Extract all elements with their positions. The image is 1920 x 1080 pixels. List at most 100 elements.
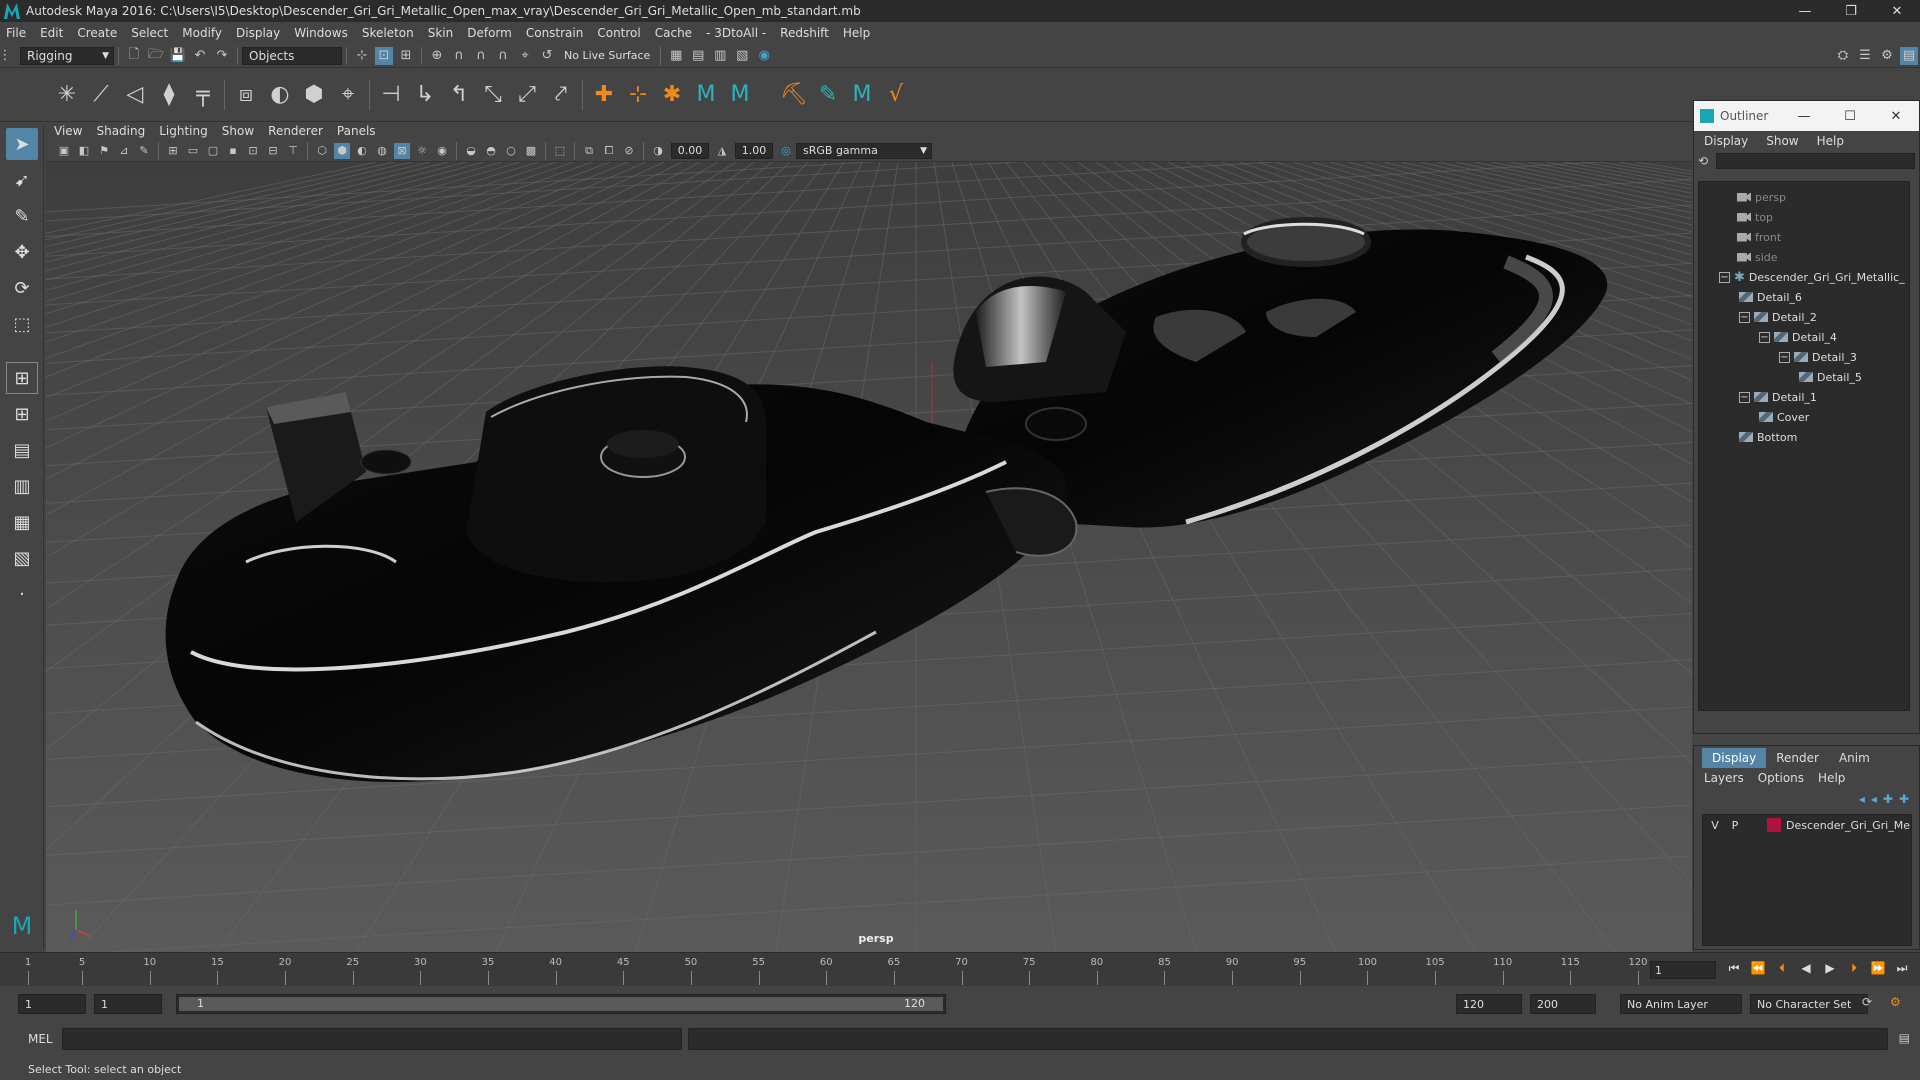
outliner-menu-show[interactable]: Show <box>1766 134 1798 148</box>
move-layer-up-icon[interactable]: ◂ <box>1859 792 1865 806</box>
vp-menu-renderer[interactable]: Renderer <box>268 124 323 138</box>
rotate-tool-icon[interactable]: ⟳ <box>6 272 38 304</box>
step-forward-frame-icon[interactable]: ⏵ <box>1844 961 1864 979</box>
bind-skin-icon[interactable]: ⧈ <box>232 81 260 109</box>
live-surface-icon[interactable]: ↺ <box>538 47 556 65</box>
script-editor-icon[interactable]: ▤ <box>1899 1031 1910 1045</box>
collapse-toggle-icon[interactable]: − <box>1719 271 1730 283</box>
vp-menu-panels[interactable]: Panels <box>337 124 376 138</box>
aim-constraint-icon[interactable]: ⤢ <box>513 81 541 109</box>
xray-active-icon[interactable]: ⧠ <box>601 143 617 159</box>
select-hierarchy-icon[interactable]: ⊹ <box>353 47 371 65</box>
play-backwards-icon[interactable]: ◀ <box>1796 961 1816 979</box>
animation-end-field[interactable]: 200 <box>1530 994 1596 1014</box>
backface-icon[interactable]: ⊘ <box>621 143 637 159</box>
layer-playback-toggle[interactable]: P <box>1727 819 1743 832</box>
playback-start-field[interactable]: 1 <box>94 994 162 1014</box>
collapse-toggle-icon[interactable]: − <box>1759 331 1770 343</box>
outliner-item-top[interactable]: top <box>1737 208 1773 226</box>
menu-file[interactable]: File <box>6 26 26 40</box>
layer-color-swatch[interactable] <box>1767 818 1781 832</box>
tab-anim[interactable]: Anim <box>1829 748 1880 768</box>
colorspace-dropdown[interactable]: sRGB gamma ▼ <box>796 142 932 159</box>
attribute-editor-icon[interactable]: ☰ <box>1856 47 1874 65</box>
current-frame-field[interactable]: 1 <box>1650 961 1716 979</box>
menu-constrain[interactable]: Constrain <box>526 26 584 40</box>
outliner-maximize-button[interactable]: ☐ <box>1827 109 1873 124</box>
menu-3dtoall[interactable]: - 3DtoAll - <box>706 26 766 40</box>
move-tool-icon[interactable]: ✥ <box>6 236 38 268</box>
layer-menu-options[interactable]: Options <box>1758 771 1804 785</box>
restore-button[interactable]: ❐ <box>1828 0 1874 22</box>
collapse-toggle-icon[interactable]: − <box>1739 311 1750 323</box>
outliner-item-detail-2[interactable]: − Detail_2 <box>1739 308 1817 326</box>
parent-constraint-icon[interactable]: ⊣ <box>377 81 405 109</box>
more-layouts-icon[interactable]: · <box>6 578 38 610</box>
outliner-item-detail-3[interactable]: − Detail_3 <box>1779 348 1857 366</box>
exposure-field[interactable]: 0.00 <box>671 142 709 159</box>
layer-menu-layers[interactable]: Layers <box>1704 771 1744 785</box>
tab-display[interactable]: Display <box>1702 748 1767 768</box>
mirror-joint-icon[interactable]: ╤ <box>189 81 217 109</box>
tab-render[interactable]: Render <box>1766 748 1829 768</box>
vp-menu-shading[interactable]: Shading <box>96 124 145 138</box>
tool-settings-icon[interactable]: ⚙ <box>1878 47 1896 65</box>
undo-icon[interactable]: ↶ <box>191 47 209 65</box>
outliner-item-detail-5[interactable]: Detail_5 <box>1799 368 1862 386</box>
graph-editor-icon[interactable]: √ <box>882 81 910 109</box>
outliner-minimize-button[interactable]: — <box>1781 109 1827 124</box>
ik-spline-icon[interactable]: ◁ <box>121 81 149 109</box>
key-selected-icon[interactable]: ⛏ <box>780 81 808 109</box>
scale-tool-icon[interactable]: ⬚ <box>6 308 38 340</box>
key-tangent-icon[interactable]: ✱ <box>658 81 686 109</box>
menu-modify[interactable]: Modify <box>182 26 222 40</box>
new-layer-selected-icon[interactable]: ✚ <box>1899 792 1909 806</box>
collapse-toggle-icon[interactable]: − <box>1779 351 1790 363</box>
menu-cache[interactable]: Cache <box>655 26 692 40</box>
use-all-lights-icon[interactable]: ⊠ <box>394 142 410 159</box>
menu-control[interactable]: Control <box>597 26 640 40</box>
grease-pencil-icon[interactable]: ✎ <box>136 143 152 159</box>
insert-joint-icon[interactable]: ⧫ <box>155 81 183 109</box>
xray-joints-icon[interactable]: ⧉ <box>581 143 597 159</box>
snap-surface-icon[interactable]: ⌖ <box>516 47 534 65</box>
vp-menu-view[interactable]: View <box>54 124 82 138</box>
snap-point-icon[interactable]: ∩ <box>472 47 490 65</box>
lattice-icon[interactable]: ⬢ <box>300 81 328 109</box>
menu-display[interactable]: Display <box>236 26 280 40</box>
step-back-frame-icon[interactable]: ⏴ <box>1772 961 1792 979</box>
maya-home-icon[interactable]: M <box>6 910 38 942</box>
menu-deform[interactable]: Deform <box>467 26 512 40</box>
time-slider[interactable]: 1 5 10 15 20 25 30 35 40 45 50 55 60 65 70 75 80 85 90 95 10… <box>0 952 1920 986</box>
snap-view-icon[interactable]: ∩ <box>494 47 512 65</box>
collapse-toggle-icon[interactable]: − <box>1739 391 1750 403</box>
paint-select-icon[interactable]: ✎ <box>6 200 38 232</box>
layer-menu-help[interactable]: Help <box>1818 771 1845 785</box>
gamma-icon[interactable]: ◮ <box>714 143 730 159</box>
safe-action-icon[interactable]: ⊟ <box>265 143 281 159</box>
auto-key-icon[interactable]: ⟳ <box>1862 995 1872 1009</box>
gamma-field[interactable]: 1.00 <box>735 142 773 159</box>
layer-visibility-toggle[interactable]: V <box>1707 819 1723 832</box>
select-tool-icon[interactable]: ➤ <box>6 128 38 160</box>
outliner-close-button[interactable]: ✕ <box>1873 109 1919 124</box>
selection-mode-dropdown[interactable]: Objects <box>242 46 342 65</box>
single-perspective-icon[interactable]: ⊞ <box>6 362 38 394</box>
menu-redshift[interactable]: Redshift <box>780 26 829 40</box>
hik-icon[interactable]: M <box>692 81 720 109</box>
outliner-item-detail-4[interactable]: − Detail_4 <box>1759 328 1837 346</box>
outliner-item-side[interactable]: side <box>1737 248 1778 266</box>
outliner-item-detail-6[interactable]: Detail_6 <box>1739 288 1802 306</box>
render-view-icon[interactable]: ▧ <box>733 47 751 65</box>
new-scene-icon[interactable]: 🗋 <box>125 47 143 65</box>
paint-effects-icon[interactable]: ✎ <box>814 81 842 109</box>
select-component-icon[interactable]: ⊞ <box>397 47 415 65</box>
outliner-item-descender-gri-gri-metallic[interactable]: − ✱ Descender_Gri_Gri_Metallic_ <box>1719 268 1905 286</box>
menuset-dropdown[interactable]: Rigging ▼ <box>20 46 114 65</box>
menu-help[interactable]: Help <box>843 26 870 40</box>
step-back-key-icon[interactable]: ⏪ <box>1748 961 1768 979</box>
image-plane-icon[interactable]: ⊿ <box>116 143 132 159</box>
maya-tool-icon[interactable]: M <box>848 81 876 109</box>
field-chart-icon[interactable]: ⊡ <box>245 143 261 159</box>
wireframe-icon[interactable]: ⬡ <box>314 143 330 159</box>
